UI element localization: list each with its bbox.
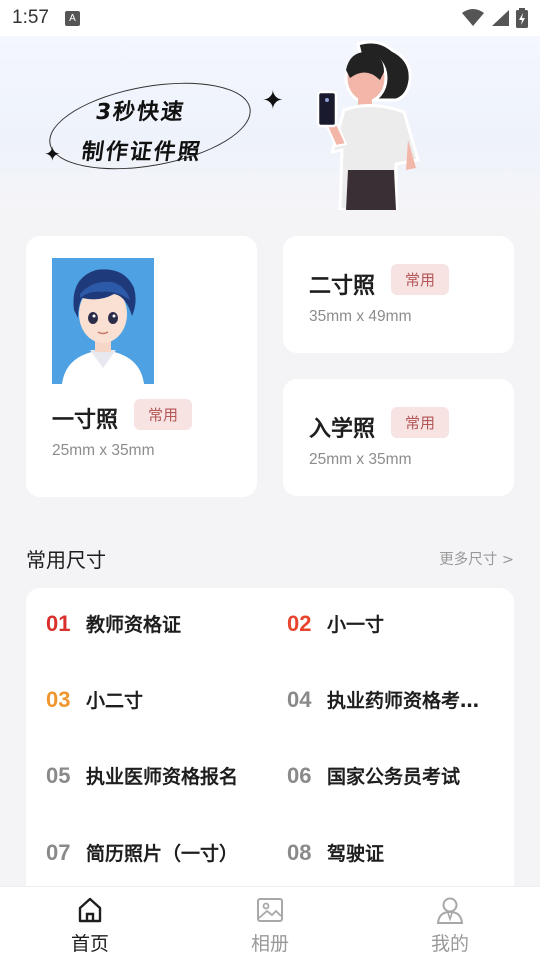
- item-number: 05: [46, 762, 71, 788]
- item-number: 08: [287, 839, 312, 865]
- battery-icon: [516, 8, 528, 28]
- item-number: 06: [287, 762, 312, 788]
- list-item[interactable]: 03 小二寸: [46, 686, 266, 713]
- card-two-inch[interactable]: 二寸照 常用 35mm x 49mm: [283, 236, 514, 353]
- portrait-sample-image: [52, 258, 154, 384]
- item-number: 02: [287, 610, 312, 636]
- common-tag: 常用: [391, 264, 450, 295]
- item-label: 驾驶证: [327, 843, 385, 865]
- status-icons: [462, 8, 528, 28]
- woman-illustration: [316, 40, 420, 210]
- status-time: 1:57: [12, 7, 49, 28]
- item-number: 04: [287, 686, 312, 712]
- card-enrollment[interactable]: 入学照 常用 25mm x 35mm: [283, 379, 514, 496]
- item-label: 教师资格证: [86, 614, 182, 636]
- item-label: 执业药师资格考…: [327, 690, 480, 712]
- list-item[interactable]: 01 教师资格证: [46, 610, 266, 637]
- nav-label: 我的: [430, 933, 469, 955]
- wifi-icon: [462, 9, 484, 26]
- nav-album[interactable]: 相册: [180, 887, 360, 960]
- card-size: 25mm x 35mm: [52, 442, 155, 459]
- sparkle-icon: ✦: [262, 86, 284, 116]
- item-number: 07: [46, 839, 71, 865]
- banner-title-line2: 制作证件照: [79, 140, 204, 165]
- nav-profile[interactable]: 我的: [360, 887, 540, 960]
- promo-banner[interactable]: 3秒快速 制作证件照 ✦ ✦: [0, 36, 540, 210]
- item-label: 执业医师资格报名: [86, 766, 239, 788]
- list-item[interactable]: 08 驾驶证: [287, 839, 497, 866]
- card-title: 一寸照: [52, 408, 119, 433]
- list-item[interactable]: 06 国家公务员考试: [287, 762, 497, 789]
- signal-icon: [492, 10, 509, 26]
- card-one-inch[interactable]: 一寸照 常用 25mm x 35mm: [26, 236, 257, 497]
- item-label: 小二寸: [86, 690, 144, 712]
- nav-label: 首页: [70, 933, 109, 955]
- item-number: 03: [46, 686, 71, 712]
- item-label: 国家公务员考试: [327, 766, 461, 788]
- list-item[interactable]: 07 简历照片（一寸）: [46, 839, 276, 866]
- item-label: 简历照片（一寸）: [86, 843, 239, 865]
- section-title: 常用尺寸: [26, 548, 106, 572]
- profile-icon: [436, 897, 464, 924]
- more-sizes-link[interactable]: 更多尺寸 >: [439, 548, 514, 569]
- list-item[interactable]: 05 执业医师资格报名: [46, 762, 276, 789]
- card-title: 入学照: [309, 417, 376, 442]
- list-item[interactable]: 02 小一寸: [287, 610, 497, 637]
- common-tag: 常用: [391, 407, 450, 438]
- common-tag: 常用: [134, 399, 193, 430]
- status-bar: 1:57 A: [0, 0, 540, 36]
- bottom-nav: 首页 相册 我的: [0, 886, 540, 960]
- list-item[interactable]: 04 执业药师资格考…: [287, 686, 497, 713]
- card-size: 35mm x 49mm: [309, 308, 412, 325]
- item-label: 小一寸: [327, 614, 385, 636]
- nav-label: 相册: [250, 933, 289, 955]
- notification-icon: A: [64, 10, 80, 26]
- item-number: 01: [46, 610, 71, 636]
- banner-title-line1: 3秒快速: [93, 100, 187, 125]
- card-title: 二寸照: [309, 274, 376, 299]
- common-sizes-list: 01 教师资格证 02 小一寸 03 小二寸 04 执业药师资格考… 05 执业…: [26, 588, 514, 898]
- card-size: 25mm x 35mm: [309, 451, 412, 468]
- sparkle-icon: ✦: [44, 142, 61, 166]
- nav-home[interactable]: 首页: [0, 887, 180, 960]
- album-icon: [257, 898, 283, 922]
- home-icon: [78, 897, 102, 923]
